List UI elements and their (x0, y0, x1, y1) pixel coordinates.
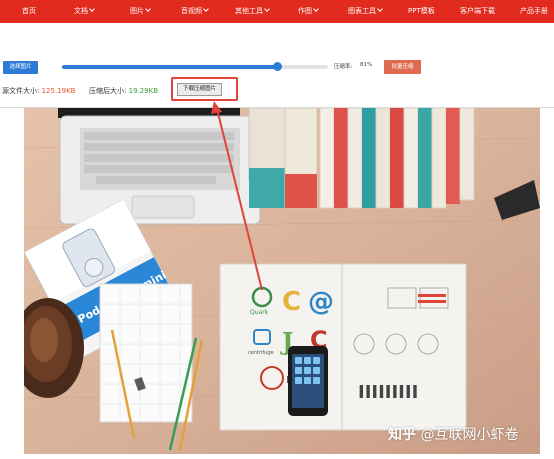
compressed-size-label: 压缩后大小: (89, 87, 127, 95)
batch-compress-button[interactable]: 批量压缩 (384, 60, 421, 74)
nav-item-images[interactable]: 图片 (130, 0, 151, 23)
desk-photo: iPod + iPod mini (24, 108, 540, 454)
chevron-down-icon (313, 6, 319, 12)
nav-item-home[interactable]: 首页 (22, 0, 36, 23)
compression-slider-handle[interactable] (273, 62, 283, 71)
top-nav: 首页 文档 图片 音视频 其他工具 作图 图表工具 PPT模板 客户端下载 产品… (0, 0, 554, 23)
open-magazine: Quark C @ centrifuge J C LG IIIIIIIII (219, 263, 467, 431)
svg-text:IIIIIIIII: IIIIIIIII (358, 382, 418, 403)
nav-item-chart-tools[interactable]: 图表工具 (348, 0, 383, 23)
nav-item-label: 客户端下载 (460, 7, 495, 15)
nav-item-label: 其他工具 (235, 7, 263, 15)
chevron-down-icon (264, 6, 270, 12)
quark-text: Quark (250, 309, 269, 316)
nav-item-label: 首页 (22, 7, 36, 15)
nav-item-ppt-templates[interactable]: PPT模板 (408, 0, 435, 23)
nav-item-other-tools[interactable]: 其他工具 (235, 0, 270, 23)
compression-ratio-value: 81% (360, 62, 373, 68)
chevron-down-icon (377, 6, 383, 12)
image-preview: iPod + iPod mini (24, 108, 540, 454)
nav-item-label: 文档 (74, 7, 88, 15)
chevron-down-icon (145, 6, 151, 12)
nav-item-label: 产品手册 (520, 7, 548, 15)
compression-slider[interactable] (62, 62, 328, 71)
nav-item-label: 作图 (298, 7, 312, 15)
chevron-down-icon (89, 6, 95, 12)
nav-item-label: 图片 (130, 7, 144, 15)
centrifuge-text: centrifuge (248, 350, 274, 356)
nav-item-label: 图表工具 (348, 7, 376, 15)
annotation-highlight-box (171, 77, 238, 101)
nav-item-label: 音视频 (181, 7, 202, 15)
nav-item-client-download[interactable]: 客户端下载 (460, 0, 495, 23)
chevron-down-icon (203, 6, 209, 12)
laptop (58, 108, 261, 225)
compression-ratio-label: 压缩率: (334, 64, 353, 70)
watermark: 知乎 @互联网小虾卷 (388, 424, 518, 444)
compressed-size-value: 19.29KB (128, 87, 159, 95)
nav-item-documents[interactable]: 文档 (74, 0, 95, 23)
nav-item-audio-video[interactable]: 音视频 (181, 0, 209, 23)
nav-item-drawing[interactable]: 作图 (298, 0, 319, 23)
original-size: 源文件大小: 125.19KB (2, 86, 75, 96)
smartphone (288, 346, 328, 416)
compressed-size: 压缩后大小: 19.29KB (89, 86, 158, 96)
watermark-author: @互联网小虾卷 (420, 427, 519, 443)
select-image-button[interactable]: 选择图片 (3, 61, 38, 74)
nav-item-product-manual[interactable]: 产品手册 (520, 0, 548, 23)
watermark-site: 知乎 (388, 427, 416, 443)
nav-item-label: PPT模板 (408, 7, 435, 15)
svg-text:C: C (282, 287, 301, 317)
compression-slider-fill (62, 65, 278, 69)
original-size-value: 125.19KB (41, 87, 76, 95)
svg-text:@: @ (308, 287, 334, 317)
original-size-label: 源文件大小: (2, 87, 40, 95)
